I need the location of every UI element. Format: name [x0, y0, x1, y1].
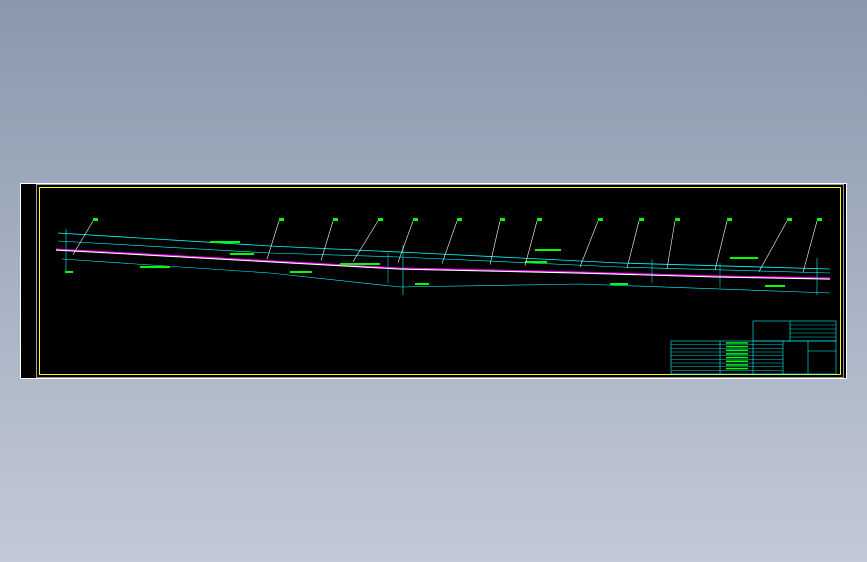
cad-drawing-canvas [20, 183, 847, 379]
title-block-text-mark [726, 367, 748, 370]
callout-leader [666, 220, 676, 269]
callout-leader [758, 220, 788, 272]
drawing-border [39, 187, 841, 375]
callout-leader [266, 220, 280, 260]
callout-tag [598, 218, 603, 221]
title-block-text-mark [726, 356, 748, 359]
profile-lines [55, 229, 831, 295]
title-block-text-mark [726, 345, 748, 348]
callout-tag [500, 218, 505, 221]
callout-leader [714, 220, 728, 271]
callout-tag [675, 218, 680, 221]
centerline [55, 248, 831, 279]
title-block-text-mark [726, 353, 748, 355]
top-slope-line [57, 232, 831, 270]
callout-tag [333, 218, 338, 221]
title-block-upper [752, 320, 837, 342]
callout-tag [378, 218, 383, 221]
callout-tag [787, 218, 792, 221]
sheet-outer-frame [20, 183, 847, 379]
cad-drawing-viewport[interactable] [20, 183, 847, 379]
callout-leader [397, 220, 414, 263]
callout-tag [727, 218, 732, 221]
drawing-border-inner [36, 184, 844, 378]
callout-leader [441, 220, 458, 264]
callout-leader [802, 220, 818, 273]
callout-leader [489, 220, 501, 265]
callout-leader [626, 220, 640, 269]
title-block-outer [670, 340, 837, 375]
callout-tag [457, 218, 462, 221]
title-block-text-mark [726, 349, 748, 351]
annotation-marks [65, 241, 785, 287]
callout-leader [72, 220, 94, 255]
title-block-rows [671, 324, 836, 371]
callout-tag [93, 218, 98, 221]
title-block-text-mark [726, 364, 748, 366]
callout-leader [352, 220, 379, 262]
title-block-text-mark [726, 342, 748, 344]
callout-leader [579, 220, 599, 268]
callout-group [72, 218, 822, 273]
title-block-text-mark [726, 360, 748, 362]
callout-tag [413, 218, 418, 221]
callout-tag [279, 218, 284, 221]
callout-tag [639, 218, 644, 221]
callout-tag [817, 218, 822, 221]
callout-tag [537, 218, 542, 221]
